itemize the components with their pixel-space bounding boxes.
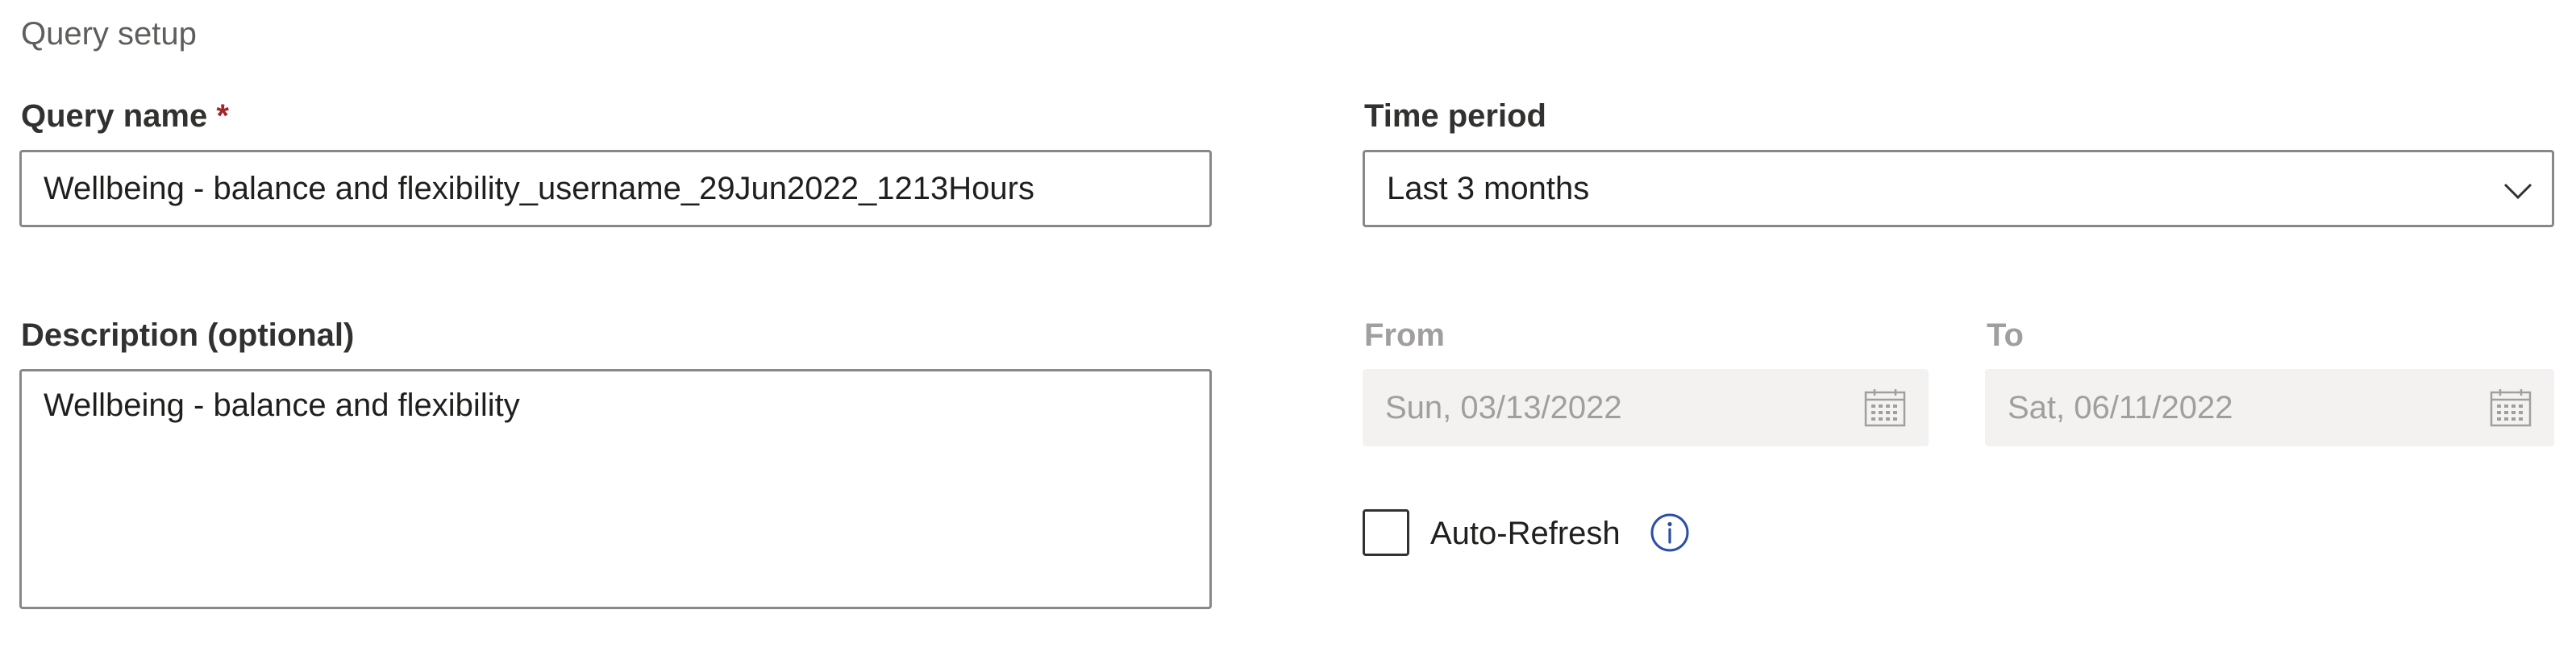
time-period-dropdown[interactable]: Last 3 months [1363,150,2554,227]
auto-refresh-checkbox[interactable] [1363,509,1409,556]
calendar-icon [1864,389,1906,427]
time-period-selected: Last 3 months [1387,171,1590,206]
from-date-picker: Sun, 03/13/2022 [1363,369,1929,446]
to-label: To [1987,317,2024,353]
calendar-icon [2490,389,2532,427]
info-icon[interactable] [1650,512,1690,553]
required-marker: * [216,98,229,134]
to-date-value: Sat, 06/11/2022 [2008,390,2233,425]
description-textarea[interactable]: Wellbeing - balance and flexibility [19,369,1212,609]
from-date-value: Sun, 03/13/2022 [1385,390,1622,425]
query-name-label: Query name * [21,93,229,139]
query-name-label-text: Query name [21,98,208,134]
from-label: From [1364,317,1445,353]
to-date-picker: Sat, 06/11/2022 [1985,369,2554,446]
query-name-input[interactable]: Wellbeing - balance and flexibility_user… [19,150,1212,227]
description-value: Wellbeing - balance and flexibility [44,388,520,423]
query-setup-panel: Query setup Query name * Wellbeing - bal… [0,0,2576,672]
query-name-value: Wellbeing - balance and flexibility_user… [44,171,1034,206]
time-period-label: Time period [1364,98,1546,134]
description-label: Description (optional) [21,317,355,353]
chevron-down-icon [2503,183,2532,200]
auto-refresh-label[interactable]: Auto-Refresh [1430,511,1621,556]
section-title: Query setup [21,16,197,52]
